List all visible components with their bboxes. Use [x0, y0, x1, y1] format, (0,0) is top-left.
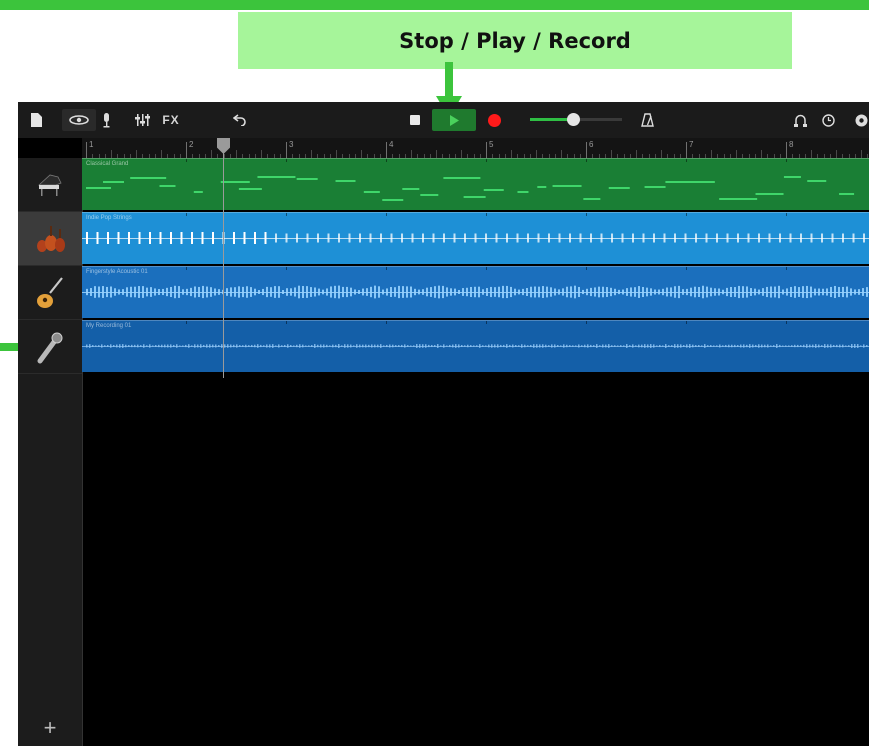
ruler-tick [211, 150, 212, 158]
ruler-tick [811, 150, 812, 158]
waveform [82, 267, 869, 299]
grand-piano-icon [37, 174, 62, 196]
eye-icon[interactable] [62, 109, 96, 131]
track-headers: + [18, 158, 83, 746]
microphone-icon [37, 332, 63, 363]
ruler-tick [536, 150, 537, 158]
microphone-icon[interactable] [98, 109, 114, 131]
ruler-tick [311, 150, 312, 158]
ruler-bar-tick [686, 142, 687, 158]
ruler-tick [461, 150, 462, 158]
region-strings[interactable]: Indie Pop Strings [82, 212, 869, 264]
ruler-bar-number: 1 [89, 140, 94, 149]
document-icon[interactable] [26, 109, 46, 131]
ruler-tick [111, 150, 112, 158]
settings-icon[interactable] [852, 109, 869, 131]
toolbar: FX [18, 102, 869, 138]
undo-icon[interactable] [228, 109, 252, 131]
play-button[interactable] [432, 109, 476, 131]
top-banner [0, 0, 869, 10]
ruler-tick [861, 150, 862, 158]
record-icon [487, 113, 501, 127]
stop-button[interactable] [404, 109, 426, 131]
loop-icon[interactable] [790, 109, 810, 131]
ruler-bar-number: 7 [689, 140, 694, 149]
track-header-strings[interactable] [18, 212, 82, 266]
ruler-tick [136, 150, 137, 158]
region-microphone[interactable]: My Recording 01 [82, 320, 869, 372]
ruler-tick [736, 150, 737, 158]
ruler-tick [236, 150, 237, 158]
callout-label: Stop / Play / Record [399, 28, 631, 53]
ruler-tick [336, 150, 337, 158]
track-header-piano[interactable] [18, 158, 82, 212]
ruler-bar-tick [586, 142, 587, 158]
ruler-bar-number: 4 [389, 140, 394, 149]
sliders-icon[interactable] [132, 109, 154, 131]
ruler-tick [361, 150, 362, 158]
track-header-microphone[interactable] [18, 320, 82, 374]
midi-notes [86, 159, 855, 201]
record-button[interactable] [482, 109, 506, 131]
ruler-bar-tick [486, 142, 487, 158]
playhead-line [223, 138, 224, 378]
master-volume-slider[interactable] [530, 113, 622, 126]
ruler-bar-tick [786, 142, 787, 158]
ruler-bar-number: 6 [589, 140, 594, 149]
volume-knob[interactable] [567, 113, 581, 126]
ruler-bar-number: 5 [489, 140, 494, 149]
waveform [82, 321, 869, 348]
ruler-tick [161, 150, 162, 158]
clock-icon[interactable] [818, 109, 838, 131]
ruler-tick [436, 150, 437, 158]
ruler-bar-number: 2 [189, 140, 194, 149]
ruler-bar-tick [186, 142, 187, 158]
region-piano[interactable]: Classical Grand [82, 158, 869, 210]
ruler-tick [836, 150, 837, 158]
play-icon [450, 114, 459, 126]
ruler-tick [511, 150, 512, 158]
stop-icon [410, 115, 420, 125]
daw-window: FX 1 2 3 4 5 6 7 8 + Classical Grand Indie Pop … [18, 102, 869, 746]
ruler-tick [561, 150, 562, 158]
strings-icon [37, 225, 65, 252]
ruler-tick [636, 150, 637, 158]
add-track-label: + [43, 715, 57, 740]
ruler-tick [661, 150, 662, 158]
ruler-tick [711, 150, 712, 158]
timeline-ruler[interactable]: 1 2 3 4 5 6 7 8 [82, 138, 869, 159]
waveform [82, 213, 869, 244]
add-track-button[interactable]: + [38, 715, 62, 740]
ruler-tick [611, 150, 612, 158]
ruler-bar-number: 8 [789, 140, 794, 149]
track-header-guitar[interactable] [18, 266, 82, 320]
ruler-tick [411, 150, 412, 158]
ruler-bar-number: 3 [289, 140, 294, 149]
ruler-bar-tick [386, 142, 387, 158]
fx-button[interactable]: FX [158, 109, 184, 131]
metronome-icon[interactable] [636, 109, 658, 131]
ruler-tick [761, 150, 762, 158]
acoustic-guitar-icon [37, 276, 63, 308]
ruler-bar-tick [286, 142, 287, 158]
region-guitar[interactable]: Fingerstyle Acoustic 01 [82, 266, 869, 318]
track-lanes: Classical Grand Indie Pop Strings Finger… [82, 158, 869, 746]
ruler-bar-tick [86, 142, 87, 158]
fx-label: FX [162, 113, 180, 127]
transport-callout: Stop / Play / Record [238, 12, 792, 69]
ruler-tick [261, 150, 262, 158]
